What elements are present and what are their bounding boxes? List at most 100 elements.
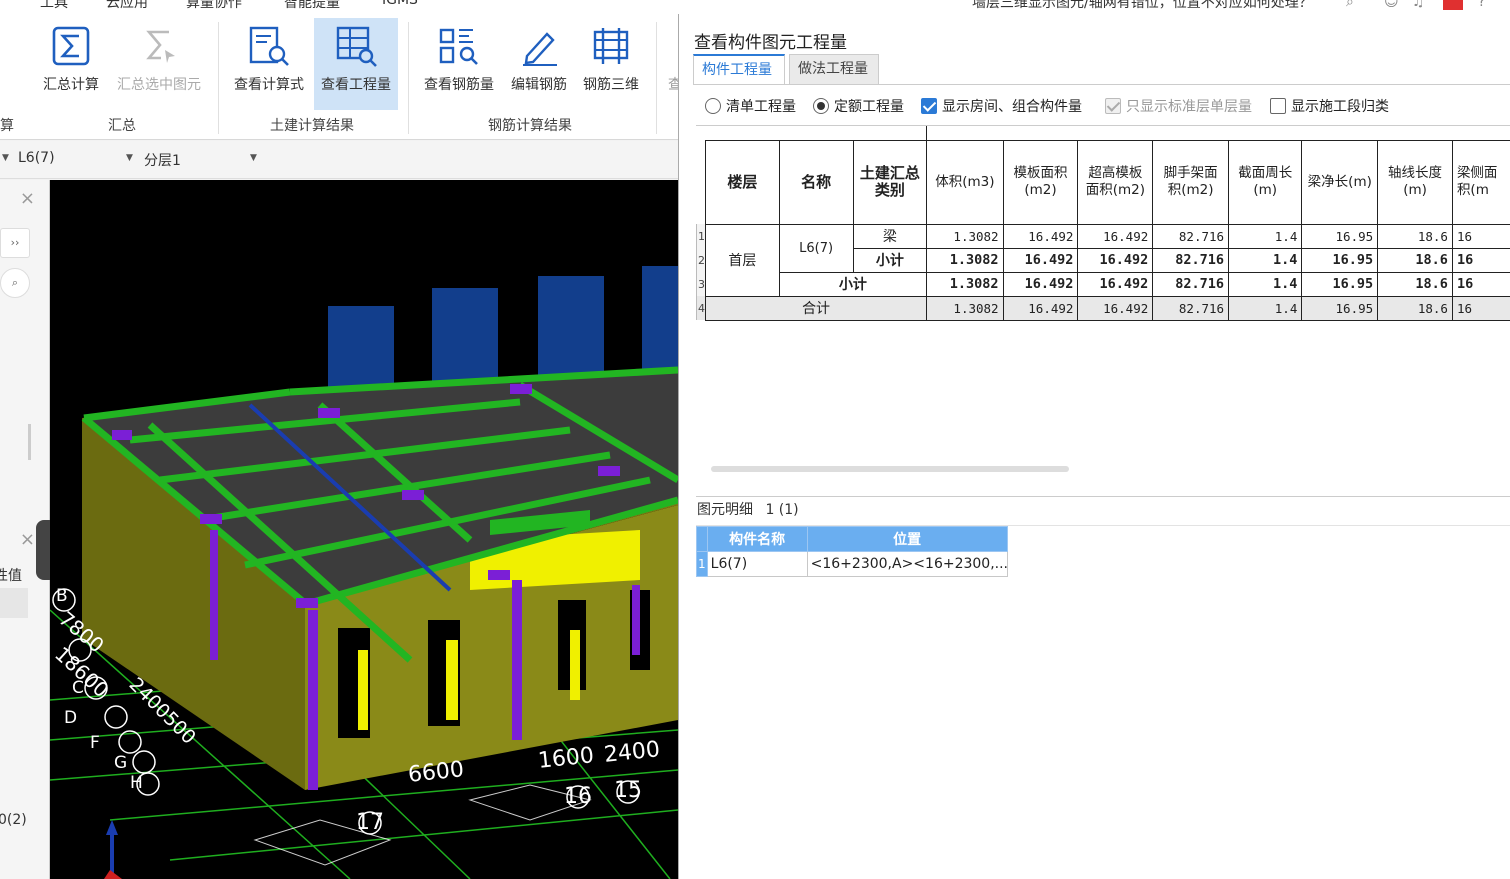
close-icon[interactable]: × (20, 188, 35, 209)
3d-viewport[interactable]: B C D F G H 7800 18600 2400500 6600 1600… (50, 180, 678, 879)
layer-select-value: 分层1 (144, 153, 181, 169)
cell-perimeter: 1.4 (1228, 223, 1303, 249)
detail-count: 1 (1) (765, 502, 799, 518)
quantity-dialog: 查看构件图元工程量 构件工程量 做法工程量 清单工程量 定额工程量 显示房间、组… (678, 14, 1510, 879)
view-quantity-label: 查看工程量 (321, 77, 391, 93)
cell-total-label: 合计 (704, 295, 928, 321)
component-select[interactable]: L6(7) ▼ (18, 150, 136, 166)
view-rebar-button[interactable]: 查看钢筋量 (418, 18, 500, 110)
app-window: 工具 云应用 算量协作 智能提量 IGMS 墙层三维显示图元/轴网有错位，位置不… (0, 0, 1510, 879)
cell-subtotal-label: 小计 (852, 247, 928, 273)
property-row[interactable] (0, 588, 28, 618)
cell-perimeter: 1.4 (1228, 295, 1303, 321)
col-formwork: 模板面积(m2) (1002, 139, 1079, 225)
close-icon[interactable]: × (20, 529, 35, 550)
table-row[interactable]: 1 首层 L6(7) 梁 1.3082 16.492 16.492 82.716… (696, 223, 1510, 297)
help-icon[interactable]: ? (1478, 0, 1485, 10)
quota-qty-radio[interactable]: 定额工程量 (813, 96, 904, 116)
sum-calc-button[interactable]: 汇总计算 (36, 18, 106, 110)
cell-subtotal-label: 小计 (778, 271, 928, 297)
cell-axis-length: 18.6 (1377, 223, 1453, 249)
cell-volume: 1.3082 (926, 295, 1004, 321)
headset-icon[interactable]: ♫ (1412, 0, 1425, 10)
table-search-icon (336, 26, 377, 67)
rebar-3d-icon (593, 28, 629, 64)
quantity-grid[interactable]: 楼层 名称 土建汇总类别 体积(m3) 模板面积(m2) 超高模板面积(m2) … (696, 125, 1510, 470)
axis-label: F (90, 733, 100, 753)
left-pane: × ›› ⌕ × 性值 0(2) (0, 180, 50, 879)
cell-side-area: 16 (1451, 271, 1510, 297)
help-question-input[interactable]: 墙层三维显示图元/轴网有错位，位置不对应如何处理？ (972, 0, 1313, 12)
expand-button[interactable]: ›› (0, 228, 30, 258)
ribbon-separator (218, 22, 219, 134)
3d-model-canvas[interactable] (50, 180, 678, 879)
selector-bar: ▼ L6(7) ▼ 分层1 ▼ (0, 141, 680, 179)
cell-axis-length: 18.6 (1377, 295, 1453, 321)
cell-net-length: 16.95 (1301, 271, 1379, 297)
radio-selected-icon (813, 98, 829, 114)
view-quantity-button[interactable]: 查看工程量 (314, 18, 398, 110)
cell-net-length: 16.95 (1301, 295, 1379, 321)
cell-volume: 1.3082 (926, 223, 1004, 249)
col-hi-formwork: 超高模板面积(m2) (1077, 139, 1154, 225)
view-formula-button[interactable]: 查看计算式 (228, 18, 310, 110)
cell-formwork: 16.492 (1002, 271, 1079, 297)
row-number: 1 (696, 224, 706, 248)
edit-rebar-button[interactable]: 编辑钢筋 (504, 18, 574, 110)
cell-scaffold: 82.716 (1152, 271, 1230, 297)
cell-side-area: 16 (1451, 247, 1510, 273)
show-stage-checkbox[interactable]: 显示施工段归类 (1270, 96, 1389, 116)
axis-arrow-head (106, 820, 118, 835)
axis-number: 17 (356, 810, 384, 835)
detail-header: 图元明细 1 (1) (696, 496, 1510, 526)
axis-label: G (114, 753, 128, 773)
row-number: 4 (696, 296, 706, 320)
table-row[interactable]: 4 合计 1.3082 16.492 16.492 82.716 1.4 16.… (696, 295, 1510, 321)
axis-label: B (56, 586, 68, 606)
search-icon[interactable]: ⌕ (0, 268, 30, 298)
menu-bar: 工具 云应用 算量协作 智能提量 IGMS 墙层三维显示图元/轴网有错位，位置不… (0, 0, 1510, 14)
cell-perimeter: 1.4 (1228, 247, 1303, 273)
collapse-handle[interactable] (36, 520, 50, 580)
horizontal-scrollbar[interactable] (711, 466, 1069, 472)
list-qty-radio[interactable]: 清单工程量 (705, 96, 796, 116)
menu-collab[interactable]: 算量协作 (186, 0, 242, 12)
ribbon-cut-button[interactable] (0, 18, 10, 110)
layer-select[interactable]: 分层1 ▼ (144, 150, 264, 170)
show-rooms-checkbox[interactable]: 显示房间、组合构件量 (921, 96, 1082, 116)
col-net-length: 梁净长(m) (1301, 139, 1379, 225)
formula-icon (249, 26, 289, 66)
menu-tools[interactable]: 工具 (40, 0, 68, 12)
tab-component-qty[interactable]: 构件工程量 (693, 54, 785, 84)
table-row[interactable]: 3 小计 1.3082 16.492 16.492 82.716 1.4 16.… (696, 271, 1510, 297)
user-icon[interactable]: ☺ (1384, 0, 1399, 10)
edit-rebar-label: 编辑钢筋 (511, 77, 567, 93)
sum-selected-button[interactable]: 汇总选中图元 (110, 18, 208, 110)
scrollbar[interactable] (28, 424, 31, 460)
cell-hi-formwork: 16.492 (1077, 247, 1154, 273)
menu-cloud[interactable]: 云应用 (106, 0, 148, 12)
std-layer-checkbox[interactable]: 只显示标准层单层量 (1105, 96, 1252, 116)
cell-hi-formwork: 16.492 (1077, 223, 1154, 249)
detail-table[interactable]: 构件名称 位置 1 L6(7) <16+2300,A><16+2300,... (696, 526, 1008, 577)
rebar-3d-button[interactable]: 钢筋三维 (578, 18, 644, 110)
cell-side-area: 16 (1451, 295, 1510, 321)
show-rooms-label: 显示房间、组合构件量 (942, 99, 1082, 115)
view-formula-label: 查看计算式 (234, 77, 304, 93)
search-icon[interactable]: ⌕ (1346, 0, 1354, 10)
detail-row[interactable]: 1 L6(7) <16+2300,A><16+2300,... (696, 551, 1008, 577)
quantity-table: 楼层 名称 土建汇总类别 体积(m3) 模板面积(m2) 超高模板面积(m2) … (696, 126, 1510, 321)
notification-icon[interactable] (1443, 0, 1463, 10)
ribbon-group-rebar: 钢筋计算结果 (488, 118, 572, 134)
ribbon-separator (408, 22, 409, 134)
show-stage-label: 显示施工段归类 (1291, 99, 1389, 115)
col-floor: 楼层 (705, 139, 780, 225)
chevron-down-icon: ▼ (126, 153, 133, 163)
menu-igms[interactable]: IGMS (382, 0, 418, 8)
checkbox-icon (1270, 98, 1286, 114)
chevron-down-icon: ▼ (250, 153, 257, 163)
tab-method-qty[interactable]: 做法工程量 (789, 54, 879, 84)
menu-smart[interactable]: 智能提量 (284, 0, 340, 12)
axis-number: 15 (614, 778, 642, 803)
cell-net-length: 16.95 (1301, 247, 1379, 273)
